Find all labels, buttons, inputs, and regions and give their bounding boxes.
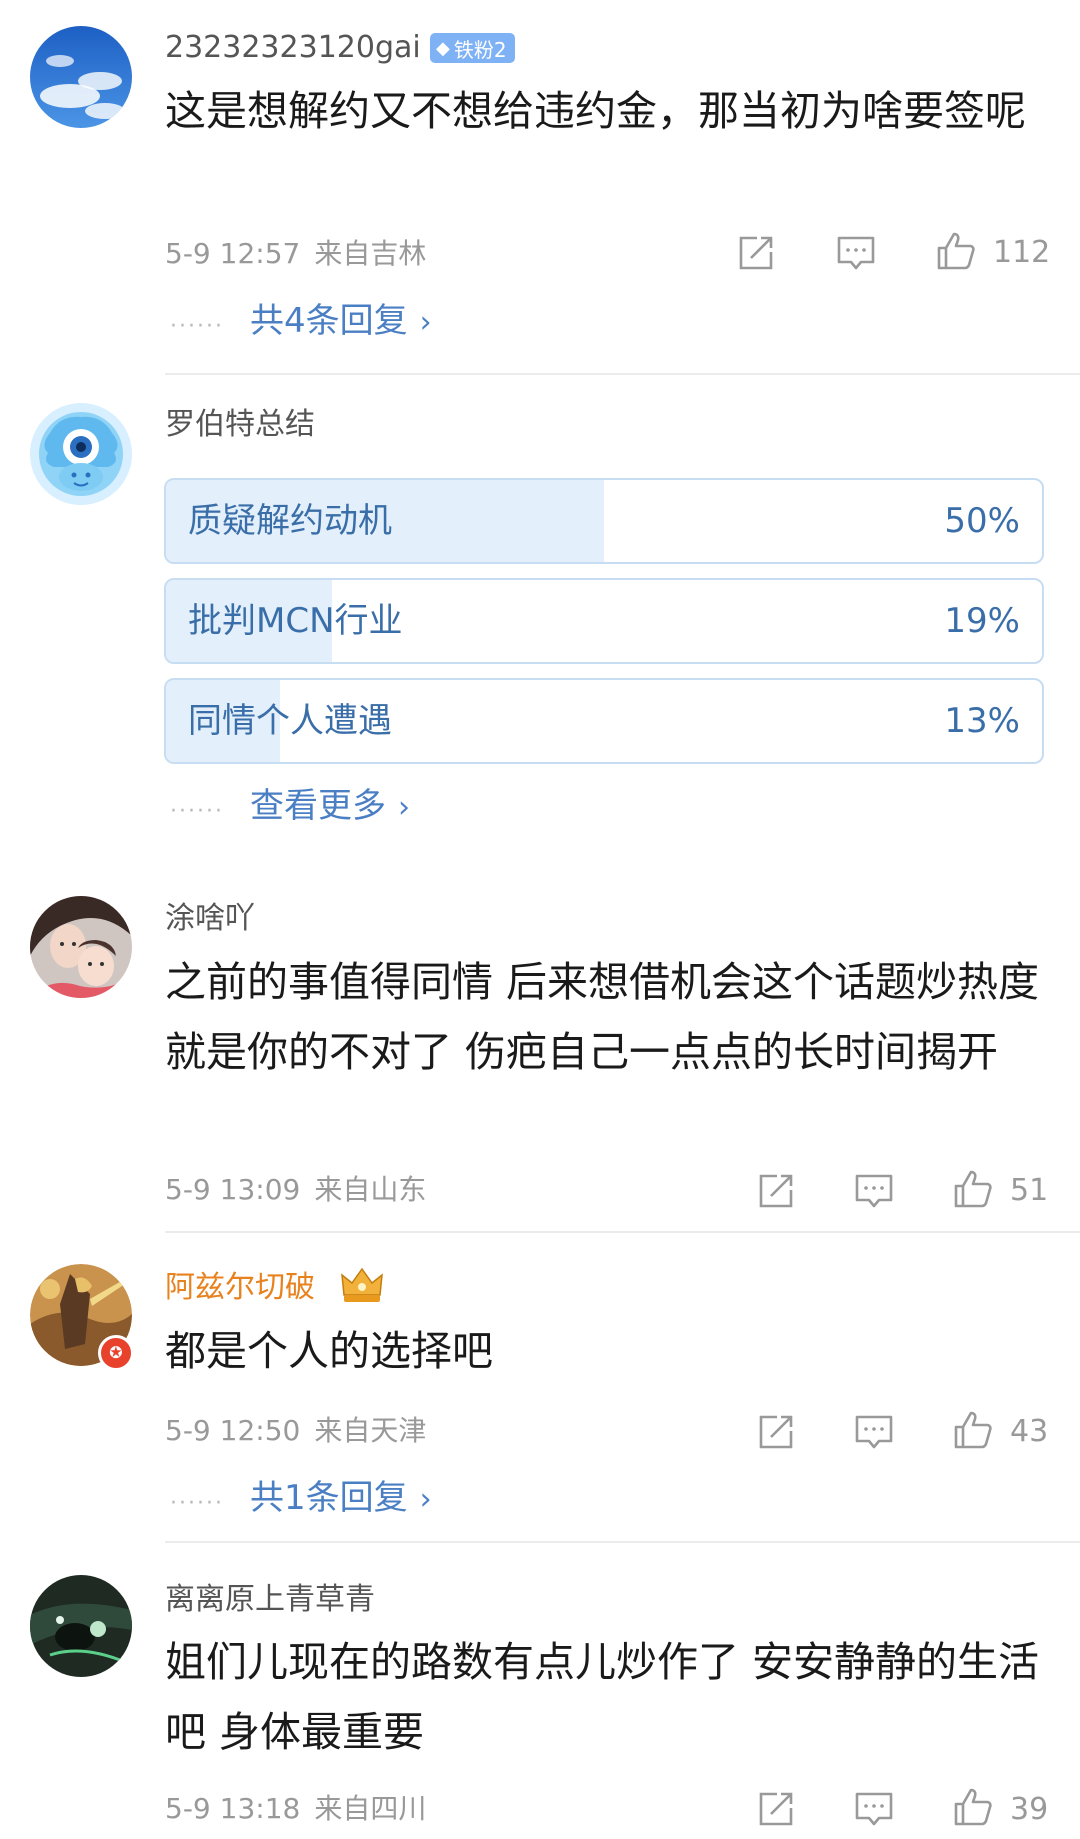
like-icon[interactable] [952, 1168, 994, 1210]
username[interactable]: 罗伯特总结 [165, 410, 315, 440]
poll-option[interactable]: 质疑解约动机 50% [164, 478, 1044, 564]
poll-option-label: 质疑解约动机 [188, 501, 392, 541]
comment-location: 来自四川 [314, 1792, 427, 1825]
comment-time: 5-9 13:09 [165, 1173, 301, 1206]
comment-meta: 5-9 13:09 来自山东 [165, 1176, 426, 1204]
username[interactable]: 涂啥吖 [165, 904, 255, 934]
share-icon[interactable] [755, 1170, 797, 1212]
comment-icon[interactable] [853, 1411, 895, 1453]
comment-meta: 5-9 12:50 来自天津 [165, 1417, 426, 1445]
replies-label: 共1条回复 [250, 1478, 408, 1518]
like-count: 39 [1010, 1792, 1049, 1827]
comment-item: 涂啥吖 之前的事值得同情 后来想借机会这个话题炒热度就是你的不对了 伤疤自己一点… [0, 860, 1080, 1233]
avatar[interactable] [30, 1575, 132, 1677]
comment-icon[interactable] [835, 232, 877, 274]
like-count: 43 [1010, 1414, 1049, 1449]
poll-option-percent: 13% [944, 701, 1020, 741]
like-count: 112 [993, 235, 1051, 270]
comment-time: 5-9 12:57 [165, 237, 301, 270]
dots-decoration: ······ [170, 314, 224, 339]
comment-meta: 5-9 12:57 来自吉林 [165, 240, 426, 268]
like-icon[interactable] [952, 1409, 994, 1451]
avatar[interactable] [30, 26, 132, 128]
fan-badge[interactable]: ◆ 铁粉2 [430, 33, 515, 63]
avatar[interactable] [30, 896, 132, 998]
chevron-right-icon: › [398, 790, 410, 825]
comment-item: 23232323120gai ◆ 铁粉2 这是想解约又不想给违约金，那当初为啥要… [0, 0, 1080, 375]
replies-label: 共4条回复 [250, 301, 408, 341]
username[interactable]: 23232323120gai [165, 33, 421, 63]
crown-icon [340, 1265, 384, 1305]
like-icon[interactable] [952, 1786, 994, 1828]
username[interactable]: 离离原上青草青 [165, 1585, 375, 1615]
comment-text[interactable]: 这是想解约又不想给违约金，那当初为啥要签呢 [165, 76, 1045, 146]
poll-option-percent: 19% [944, 601, 1020, 641]
comment-text[interactable]: 都是个人的选择吧 [165, 1316, 1045, 1386]
comment-icon[interactable] [853, 1788, 895, 1830]
avatar[interactable] [30, 403, 132, 505]
share-icon[interactable] [735, 232, 777, 274]
share-icon[interactable] [755, 1411, 797, 1453]
comment-meta: 5-9 13:18 来自四川 [165, 1795, 426, 1823]
chevron-right-icon: › [419, 305, 432, 340]
summary-card: 罗伯特总结 质疑解约动机 50% 批判MCN行业 19% 同情个人遭遇 13% … [0, 375, 1080, 860]
view-more-label: 查看更多 [250, 786, 386, 826]
poll-option[interactable]: 同情个人遭遇 13% [164, 678, 1044, 764]
poll-option-label: 批判MCN行业 [188, 601, 403, 641]
comment-time: 5-9 13:18 [165, 1792, 301, 1825]
comment-icon[interactable] [853, 1170, 895, 1212]
comment-item: 离离原上青草青 姐们儿现在的路数有点儿炒作了 安安静静的生活吧 身体最重要 5-… [0, 1543, 1080, 1839]
view-replies-link[interactable]: 共1条回复 › [250, 1481, 432, 1515]
comment-location: 来自吉林 [314, 237, 427, 270]
share-icon[interactable] [755, 1788, 797, 1830]
chevron-right-icon: › [419, 1482, 432, 1517]
comment-time: 5-9 12:50 [165, 1414, 301, 1447]
username[interactable]: 阿兹尔切破 [165, 1273, 315, 1303]
like-icon[interactable] [935, 230, 977, 272]
comment-location: 来自天津 [314, 1414, 427, 1447]
comment-location: 来自山东 [314, 1173, 427, 1206]
fan-badge-label: 铁粉2 [453, 37, 507, 62]
view-more-link[interactable]: 查看更多 › [250, 789, 410, 823]
comment-text[interactable]: 之前的事值得同情 后来想借机会这个话题炒热度就是你的不对了 伤疤自己一点点的长时… [165, 947, 1045, 1087]
comment-text[interactable]: 姐们儿现在的路数有点儿炒作了 安安静静的生活吧 身体最重要 [165, 1627, 1045, 1767]
view-replies-link[interactable]: 共4条回复 › [250, 304, 432, 338]
poll-option-label: 同情个人遭遇 [188, 701, 392, 741]
diamond-icon: ◆ [436, 37, 450, 59]
dots-decoration: ······ [170, 799, 224, 824]
like-count: 51 [1010, 1173, 1049, 1208]
verified-badge: ✪ [98, 1335, 134, 1371]
comment-item: ✪ 阿兹尔切破 都是个人的选择吧 5-9 12:50 来自天津 43 ······… [0, 1233, 1080, 1543]
dots-decoration: ······ [170, 1491, 224, 1516]
poll-option-percent: 50% [944, 501, 1020, 541]
poll-option[interactable]: 批判MCN行业 19% [164, 578, 1044, 664]
